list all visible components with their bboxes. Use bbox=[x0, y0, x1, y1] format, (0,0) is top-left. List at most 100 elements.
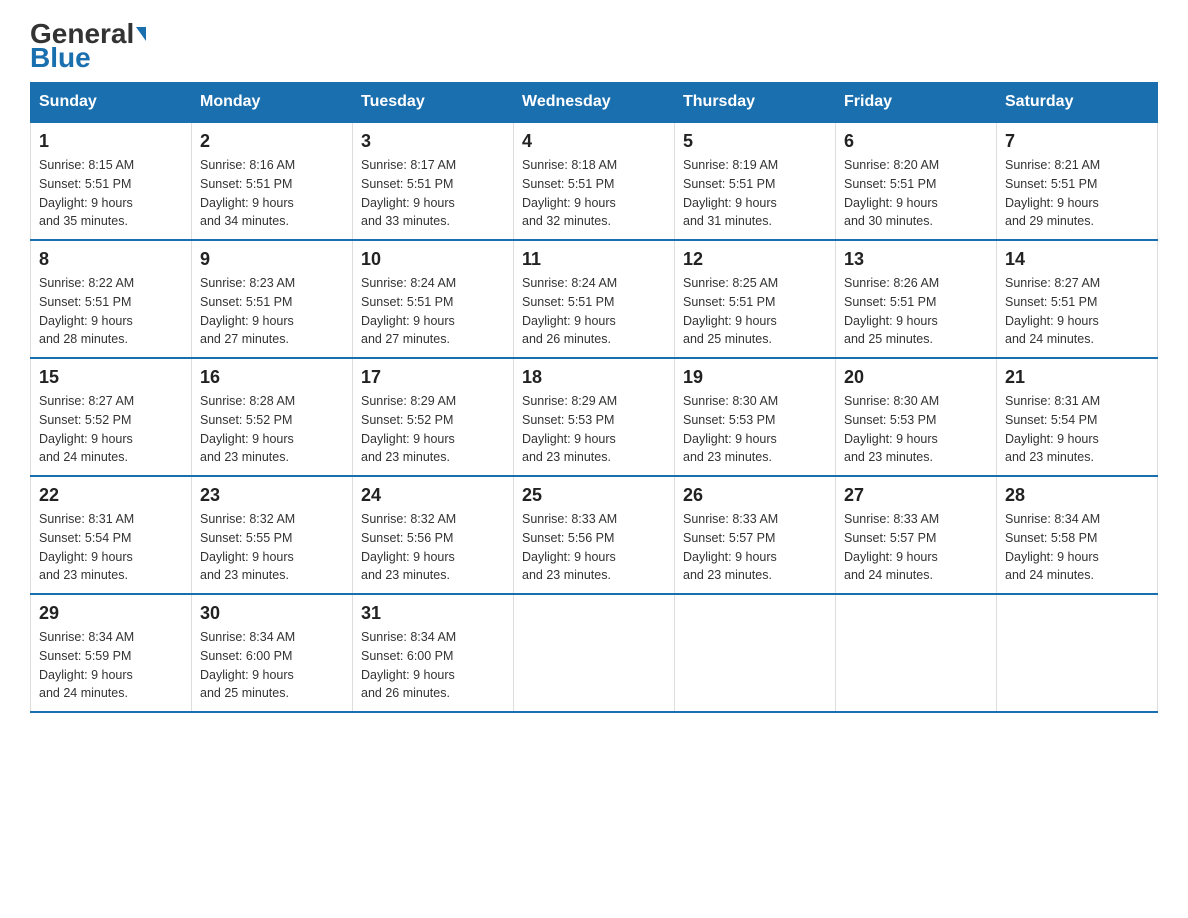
day-number: 21 bbox=[1005, 367, 1149, 388]
day-number: 13 bbox=[844, 249, 988, 270]
day-number: 27 bbox=[844, 485, 988, 506]
day-info: Sunrise: 8:32 AM Sunset: 5:55 PM Dayligh… bbox=[200, 510, 344, 585]
calendar-cell: 27 Sunrise: 8:33 AM Sunset: 5:57 PM Dayl… bbox=[836, 476, 997, 594]
calendar-header-row: SundayMondayTuesdayWednesdayThursdayFrid… bbox=[31, 83, 1158, 123]
day-info: Sunrise: 8:33 AM Sunset: 5:57 PM Dayligh… bbox=[683, 510, 827, 585]
calendar-week-row: 1 Sunrise: 8:15 AM Sunset: 5:51 PM Dayli… bbox=[31, 122, 1158, 240]
calendar-cell: 22 Sunrise: 8:31 AM Sunset: 5:54 PM Dayl… bbox=[31, 476, 192, 594]
logo-blue-text: Blue bbox=[30, 44, 91, 72]
calendar-cell: 10 Sunrise: 8:24 AM Sunset: 5:51 PM Dayl… bbox=[353, 240, 514, 358]
column-header-saturday: Saturday bbox=[997, 83, 1158, 123]
day-number: 19 bbox=[683, 367, 827, 388]
day-number: 2 bbox=[200, 131, 344, 152]
day-number: 28 bbox=[1005, 485, 1149, 506]
day-info: Sunrise: 8:34 AM Sunset: 5:59 PM Dayligh… bbox=[39, 628, 183, 703]
calendar-cell: 21 Sunrise: 8:31 AM Sunset: 5:54 PM Dayl… bbox=[997, 358, 1158, 476]
calendar-cell: 30 Sunrise: 8:34 AM Sunset: 6:00 PM Dayl… bbox=[192, 594, 353, 712]
calendar-cell: 4 Sunrise: 8:18 AM Sunset: 5:51 PM Dayli… bbox=[514, 122, 675, 240]
calendar-cell: 3 Sunrise: 8:17 AM Sunset: 5:51 PM Dayli… bbox=[353, 122, 514, 240]
day-info: Sunrise: 8:33 AM Sunset: 5:57 PM Dayligh… bbox=[844, 510, 988, 585]
calendar-cell: 2 Sunrise: 8:16 AM Sunset: 5:51 PM Dayli… bbox=[192, 122, 353, 240]
calendar-week-row: 8 Sunrise: 8:22 AM Sunset: 5:51 PM Dayli… bbox=[31, 240, 1158, 358]
calendar-cell: 23 Sunrise: 8:32 AM Sunset: 5:55 PM Dayl… bbox=[192, 476, 353, 594]
day-number: 30 bbox=[200, 603, 344, 624]
day-info: Sunrise: 8:34 AM Sunset: 5:58 PM Dayligh… bbox=[1005, 510, 1149, 585]
day-number: 10 bbox=[361, 249, 505, 270]
day-info: Sunrise: 8:27 AM Sunset: 5:52 PM Dayligh… bbox=[39, 392, 183, 467]
day-info: Sunrise: 8:26 AM Sunset: 5:51 PM Dayligh… bbox=[844, 274, 988, 349]
day-number: 16 bbox=[200, 367, 344, 388]
day-number: 3 bbox=[361, 131, 505, 152]
calendar-cell bbox=[997, 594, 1158, 712]
calendar-cell: 29 Sunrise: 8:34 AM Sunset: 5:59 PM Dayl… bbox=[31, 594, 192, 712]
day-number: 26 bbox=[683, 485, 827, 506]
column-header-monday: Monday bbox=[192, 83, 353, 123]
calendar-cell: 12 Sunrise: 8:25 AM Sunset: 5:51 PM Dayl… bbox=[675, 240, 836, 358]
day-number: 7 bbox=[1005, 131, 1149, 152]
calendar-cell: 31 Sunrise: 8:34 AM Sunset: 6:00 PM Dayl… bbox=[353, 594, 514, 712]
day-number: 31 bbox=[361, 603, 505, 624]
day-number: 5 bbox=[683, 131, 827, 152]
calendar-cell: 16 Sunrise: 8:28 AM Sunset: 5:52 PM Dayl… bbox=[192, 358, 353, 476]
day-info: Sunrise: 8:33 AM Sunset: 5:56 PM Dayligh… bbox=[522, 510, 666, 585]
calendar-cell: 14 Sunrise: 8:27 AM Sunset: 5:51 PM Dayl… bbox=[997, 240, 1158, 358]
calendar-cell: 8 Sunrise: 8:22 AM Sunset: 5:51 PM Dayli… bbox=[31, 240, 192, 358]
day-info: Sunrise: 8:22 AM Sunset: 5:51 PM Dayligh… bbox=[39, 274, 183, 349]
day-info: Sunrise: 8:18 AM Sunset: 5:51 PM Dayligh… bbox=[522, 156, 666, 231]
calendar-cell: 18 Sunrise: 8:29 AM Sunset: 5:53 PM Dayl… bbox=[514, 358, 675, 476]
calendar-week-row: 22 Sunrise: 8:31 AM Sunset: 5:54 PM Dayl… bbox=[31, 476, 1158, 594]
calendar-week-row: 29 Sunrise: 8:34 AM Sunset: 5:59 PM Dayl… bbox=[31, 594, 1158, 712]
day-number: 25 bbox=[522, 485, 666, 506]
day-info: Sunrise: 8:27 AM Sunset: 5:51 PM Dayligh… bbox=[1005, 274, 1149, 349]
day-info: Sunrise: 8:25 AM Sunset: 5:51 PM Dayligh… bbox=[683, 274, 827, 349]
calendar-cell: 26 Sunrise: 8:33 AM Sunset: 5:57 PM Dayl… bbox=[675, 476, 836, 594]
day-number: 4 bbox=[522, 131, 666, 152]
calendar-cell: 9 Sunrise: 8:23 AM Sunset: 5:51 PM Dayli… bbox=[192, 240, 353, 358]
day-info: Sunrise: 8:34 AM Sunset: 6:00 PM Dayligh… bbox=[200, 628, 344, 703]
day-number: 23 bbox=[200, 485, 344, 506]
day-info: Sunrise: 8:15 AM Sunset: 5:51 PM Dayligh… bbox=[39, 156, 183, 231]
day-number: 24 bbox=[361, 485, 505, 506]
calendar-cell: 7 Sunrise: 8:21 AM Sunset: 5:51 PM Dayli… bbox=[997, 122, 1158, 240]
calendar-table: SundayMondayTuesdayWednesdayThursdayFrid… bbox=[30, 82, 1158, 713]
day-number: 14 bbox=[1005, 249, 1149, 270]
calendar-cell bbox=[514, 594, 675, 712]
page-header: General Blue bbox=[30, 20, 1158, 72]
day-info: Sunrise: 8:21 AM Sunset: 5:51 PM Dayligh… bbox=[1005, 156, 1149, 231]
day-info: Sunrise: 8:31 AM Sunset: 5:54 PM Dayligh… bbox=[39, 510, 183, 585]
calendar-cell bbox=[836, 594, 997, 712]
day-info: Sunrise: 8:17 AM Sunset: 5:51 PM Dayligh… bbox=[361, 156, 505, 231]
day-info: Sunrise: 8:29 AM Sunset: 5:52 PM Dayligh… bbox=[361, 392, 505, 467]
logo-arrow-icon bbox=[136, 27, 146, 41]
column-header-friday: Friday bbox=[836, 83, 997, 123]
day-number: 29 bbox=[39, 603, 183, 624]
day-number: 20 bbox=[844, 367, 988, 388]
calendar-cell: 5 Sunrise: 8:19 AM Sunset: 5:51 PM Dayli… bbox=[675, 122, 836, 240]
calendar-cell bbox=[675, 594, 836, 712]
day-number: 15 bbox=[39, 367, 183, 388]
day-number: 22 bbox=[39, 485, 183, 506]
day-info: Sunrise: 8:30 AM Sunset: 5:53 PM Dayligh… bbox=[683, 392, 827, 467]
day-number: 1 bbox=[39, 131, 183, 152]
column-header-wednesday: Wednesday bbox=[514, 83, 675, 123]
day-info: Sunrise: 8:34 AM Sunset: 6:00 PM Dayligh… bbox=[361, 628, 505, 703]
day-info: Sunrise: 8:24 AM Sunset: 5:51 PM Dayligh… bbox=[522, 274, 666, 349]
calendar-cell: 19 Sunrise: 8:30 AM Sunset: 5:53 PM Dayl… bbox=[675, 358, 836, 476]
calendar-cell: 28 Sunrise: 8:34 AM Sunset: 5:58 PM Dayl… bbox=[997, 476, 1158, 594]
calendar-cell: 6 Sunrise: 8:20 AM Sunset: 5:51 PM Dayli… bbox=[836, 122, 997, 240]
day-number: 18 bbox=[522, 367, 666, 388]
day-number: 8 bbox=[39, 249, 183, 270]
column-header-thursday: Thursday bbox=[675, 83, 836, 123]
calendar-cell: 15 Sunrise: 8:27 AM Sunset: 5:52 PM Dayl… bbox=[31, 358, 192, 476]
logo: General Blue bbox=[30, 20, 146, 72]
column-header-sunday: Sunday bbox=[31, 83, 192, 123]
day-info: Sunrise: 8:29 AM Sunset: 5:53 PM Dayligh… bbox=[522, 392, 666, 467]
day-info: Sunrise: 8:31 AM Sunset: 5:54 PM Dayligh… bbox=[1005, 392, 1149, 467]
calendar-cell: 25 Sunrise: 8:33 AM Sunset: 5:56 PM Dayl… bbox=[514, 476, 675, 594]
day-number: 9 bbox=[200, 249, 344, 270]
day-info: Sunrise: 8:32 AM Sunset: 5:56 PM Dayligh… bbox=[361, 510, 505, 585]
calendar-week-row: 15 Sunrise: 8:27 AM Sunset: 5:52 PM Dayl… bbox=[31, 358, 1158, 476]
day-info: Sunrise: 8:19 AM Sunset: 5:51 PM Dayligh… bbox=[683, 156, 827, 231]
day-number: 6 bbox=[844, 131, 988, 152]
day-info: Sunrise: 8:30 AM Sunset: 5:53 PM Dayligh… bbox=[844, 392, 988, 467]
